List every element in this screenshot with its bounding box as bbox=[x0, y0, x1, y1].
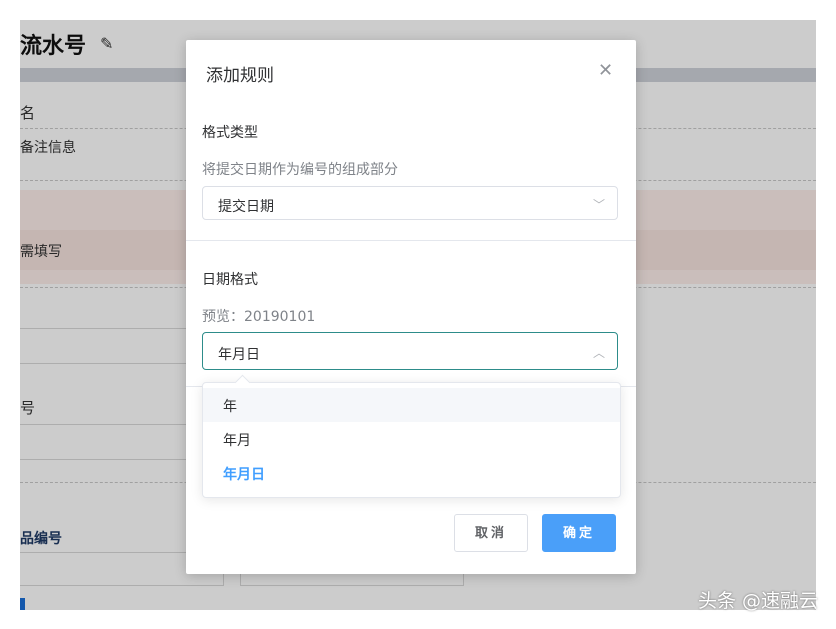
dialog-title: 添加规则 bbox=[206, 66, 274, 86]
date-format-dropdown: 年 年月 年月日 bbox=[202, 374, 621, 498]
format-type-hint: 将提交日期作为编号的组成部分 bbox=[202, 162, 398, 178]
watermark: 头条 @速融云 bbox=[697, 590, 818, 612]
chevron-down-icon: ﹀ bbox=[592, 198, 605, 212]
option-year-month[interactable]: 年月 bbox=[203, 422, 620, 456]
option-year-month-day[interactable]: 年月日 bbox=[203, 456, 620, 490]
preview-text: 预览：20190101 bbox=[202, 309, 316, 325]
section-divider bbox=[186, 240, 636, 241]
add-rule-dialog: 添加规则 ✕ 格式类型 将提交日期作为编号的组成部分 提交日期 ﹀ 日期格式 预… bbox=[186, 40, 636, 574]
date-format-value: 年月日 bbox=[218, 347, 260, 363]
format-type-label: 格式类型 bbox=[202, 125, 258, 141]
confirm-button[interactable]: 确定 bbox=[542, 514, 616, 552]
option-year[interactable]: 年 bbox=[203, 388, 620, 422]
cancel-button[interactable]: 取消 bbox=[454, 514, 528, 552]
date-format-label: 日期格式 bbox=[202, 272, 258, 288]
chevron-up-icon: ︿ bbox=[592, 346, 605, 360]
close-icon[interactable]: ✕ bbox=[598, 60, 613, 81]
date-format-select[interactable]: 年月日 ︿ bbox=[202, 332, 618, 370]
format-type-value: 提交日期 bbox=[218, 199, 274, 215]
format-type-select[interactable]: 提交日期 ﹀ bbox=[202, 186, 618, 220]
